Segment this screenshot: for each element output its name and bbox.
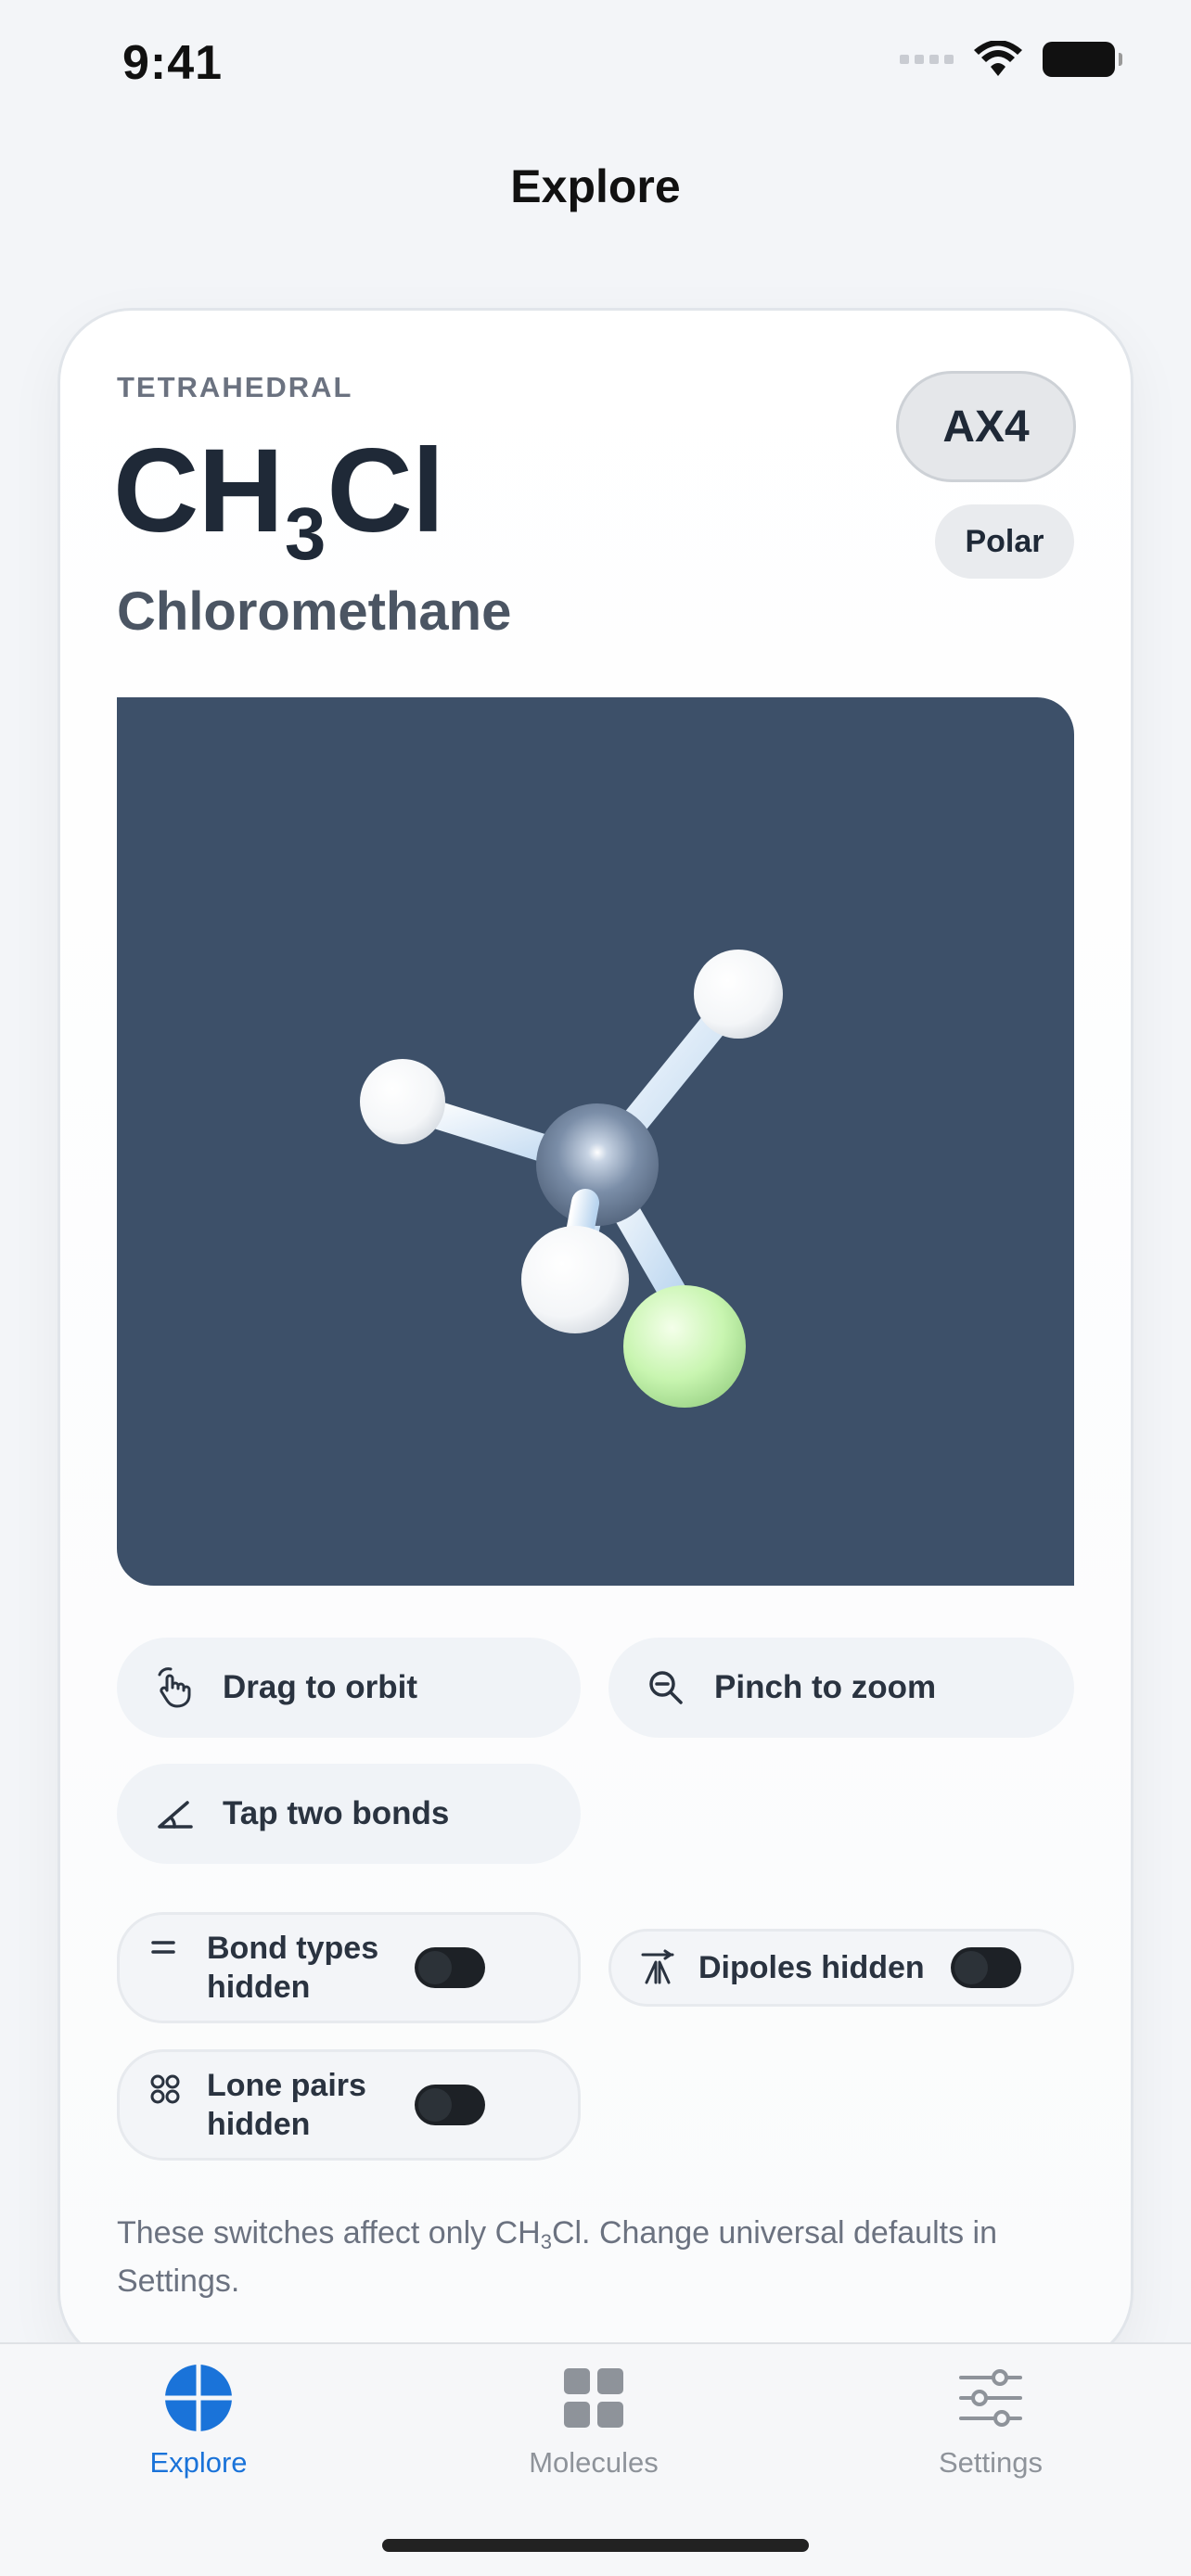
toggle-label: Dipoles hidden — [698, 1950, 925, 1985]
hint-label: Tap two bonds — [223, 1795, 450, 1831]
home-indicator[interactable] — [382, 2539, 809, 2552]
molecule-3d-viewport[interactable] — [117, 697, 1074, 1586]
status-bar: 9:41 — [0, 0, 1191, 139]
tab-label: Molecules — [529, 2446, 659, 2479]
formula-part: Cl — [327, 425, 444, 557]
hydrogen-atom[interactable] — [694, 950, 783, 1039]
formula-subscript: 3 — [284, 492, 326, 575]
double-bond-icon — [151, 1941, 175, 1954]
hydrogen-atom[interactable] — [360, 1059, 445, 1144]
status-icons — [900, 41, 1122, 78]
tab-label: Explore — [149, 2446, 248, 2479]
molecule-formula: CH 3 Cl — [113, 425, 444, 576]
molecule-model[interactable] — [117, 697, 1074, 1586]
magnifier-zoom-icon — [649, 1671, 683, 1704]
polarity-badge: Polar — [935, 504, 1074, 579]
hint-label: Drag to orbit — [223, 1669, 417, 1705]
hint-label: Pinch to zoom — [714, 1669, 937, 1705]
axe-notation-badge[interactable]: AX4 — [896, 371, 1076, 482]
tab-label: Settings — [938, 2446, 1043, 2479]
tab-settings[interactable]: Settings — [879, 2363, 1102, 2480]
bond-types-switch[interactable] — [415, 1947, 485, 1988]
toggle-label: Bond types hidden — [207, 1931, 379, 2005]
tap-two-bonds-hint: Tap two bonds — [117, 1764, 581, 1864]
chlorine-atom[interactable] — [623, 1285, 746, 1408]
dipoles-toggle-row[interactable]: Dipoles hidden — [608, 1929, 1074, 2007]
footnote-subscript: 3 — [540, 2230, 552, 2253]
drag-to-orbit-hint: Drag to orbit — [117, 1638, 581, 1738]
grid-icon — [564, 2368, 623, 2428]
cellular-signal-icon — [900, 55, 954, 64]
wifi-icon — [974, 41, 1022, 76]
status-time: 9:41 — [122, 36, 224, 90]
lone-pairs-toggle-row[interactable]: Lone pairs hidden — [117, 2049, 581, 2161]
dipoles-switch[interactable] — [950, 1947, 1021, 1988]
footnote-text: These switches affect only CH — [117, 2215, 541, 2251]
molecule-name: Chloromethane — [117, 581, 512, 642]
geometry-label: TETRAHEDRAL — [117, 371, 353, 403]
lone-pairs-switch[interactable] — [415, 2085, 485, 2125]
tab-explore[interactable]: Explore — [87, 2363, 310, 2480]
angle-icon — [158, 1801, 193, 1829]
page-title: Explore — [510, 160, 681, 212]
hand-drag-icon — [158, 1667, 191, 1708]
lone-pairs-icon — [150, 2074, 180, 2104]
bond-types-toggle-row[interactable]: Bond types hidden — [117, 1912, 581, 2023]
toggle-label: Lone pairs hidden — [207, 2068, 366, 2142]
tab-molecules[interactable]: Molecules — [482, 2363, 705, 2480]
globe-icon — [165, 2365, 232, 2431]
settings-footnote: These switches affect only CH3Cl. Change… — [117, 2211, 1082, 2303]
dipole-arrow-icon — [641, 1949, 674, 1984]
formula-part: CH — [113, 425, 284, 557]
sliders-icon — [959, 2369, 1022, 2427]
pinch-to-zoom-hint: Pinch to zoom — [608, 1638, 1074, 1738]
battery-icon — [1043, 42, 1122, 77]
hydrogen-atom[interactable] — [521, 1226, 629, 1333]
